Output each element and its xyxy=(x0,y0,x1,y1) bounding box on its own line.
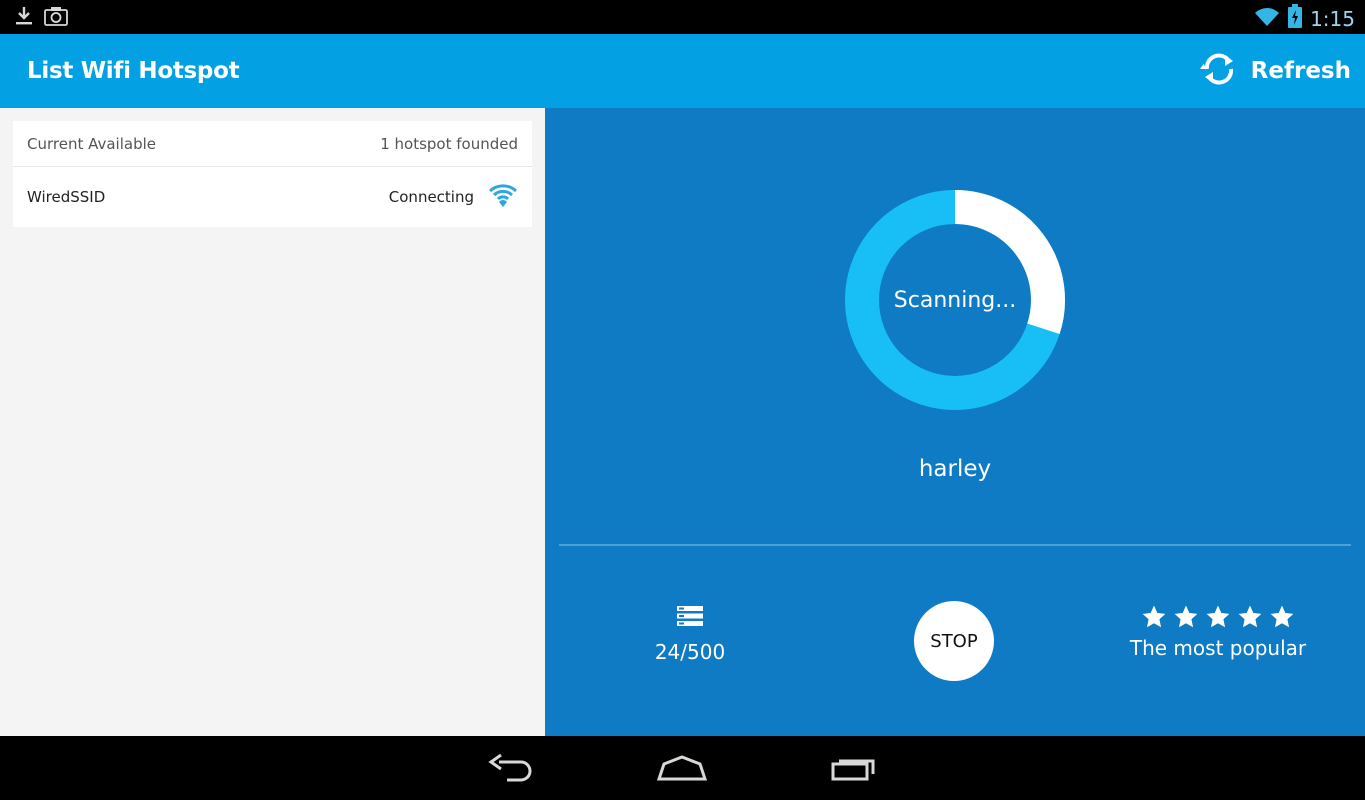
hotspot-card: Current Available 1 hotspot founded Wire… xyxy=(13,121,532,227)
network-name: harley xyxy=(918,456,992,482)
action-bar: List Wifi Hotspot Refresh xyxy=(0,34,1365,108)
divider xyxy=(559,544,1351,546)
refresh-icon xyxy=(1199,51,1239,92)
star-icon xyxy=(1206,605,1230,628)
list-icon xyxy=(676,606,704,632)
navigation-bar xyxy=(0,736,1365,800)
star-icon xyxy=(1238,605,1262,628)
refresh-button[interactable]: Refresh xyxy=(1199,51,1351,91)
scan-progress-ring: Scanning... xyxy=(844,189,1066,411)
list-item[interactable]: WiredSSID Connecting xyxy=(13,167,532,227)
refresh-label: Refresh xyxy=(1250,58,1351,84)
rating: The most popular xyxy=(1105,604,1331,660)
clock: 1:15 xyxy=(1310,6,1355,31)
system-status: 1:15 xyxy=(1254,4,1355,33)
scanning-label: Scanning... xyxy=(893,287,1017,313)
status-bar: 1:15 xyxy=(0,0,1365,34)
recent-apps-icon xyxy=(830,754,878,787)
screenshot-icon xyxy=(44,6,68,31)
back-icon xyxy=(487,753,535,788)
hotspot-name: WiredSSID xyxy=(27,188,106,206)
star-icon xyxy=(1270,605,1294,628)
hotspot-state: Connecting xyxy=(389,182,518,212)
stop-button[interactable]: STOP xyxy=(914,601,994,681)
home-icon xyxy=(656,754,708,787)
back-button[interactable] xyxy=(481,750,541,790)
download-icon xyxy=(14,5,34,32)
scanner-panel: Scanning... harley 24/500 STOP The most … xyxy=(545,108,1365,736)
password-count: 24/500 xyxy=(630,604,750,664)
rating-label: The most popular xyxy=(1129,636,1307,660)
hotspot-list-panel: Current Available 1 hotspot founded Wire… xyxy=(0,108,545,736)
wifi-icon xyxy=(1254,5,1280,32)
app-title: List Wifi Hotspot xyxy=(27,58,240,84)
count-text: 24/500 xyxy=(654,640,726,664)
wifi-signal-icon xyxy=(488,182,518,212)
notification-icons xyxy=(14,5,68,32)
hotspot-list-header: Current Available 1 hotspot founded xyxy=(13,121,532,167)
star-icon xyxy=(1174,605,1198,628)
battery-charging-icon xyxy=(1288,4,1303,33)
home-button[interactable] xyxy=(652,750,712,790)
rating-stars xyxy=(1105,604,1331,630)
hotspot-status: Connecting xyxy=(388,188,474,206)
current-available-label: Current Available xyxy=(27,134,157,153)
recent-apps-button[interactable] xyxy=(824,750,884,790)
star-icon xyxy=(1142,605,1166,628)
hotspot-count-label: 1 hotspot founded xyxy=(380,134,518,153)
